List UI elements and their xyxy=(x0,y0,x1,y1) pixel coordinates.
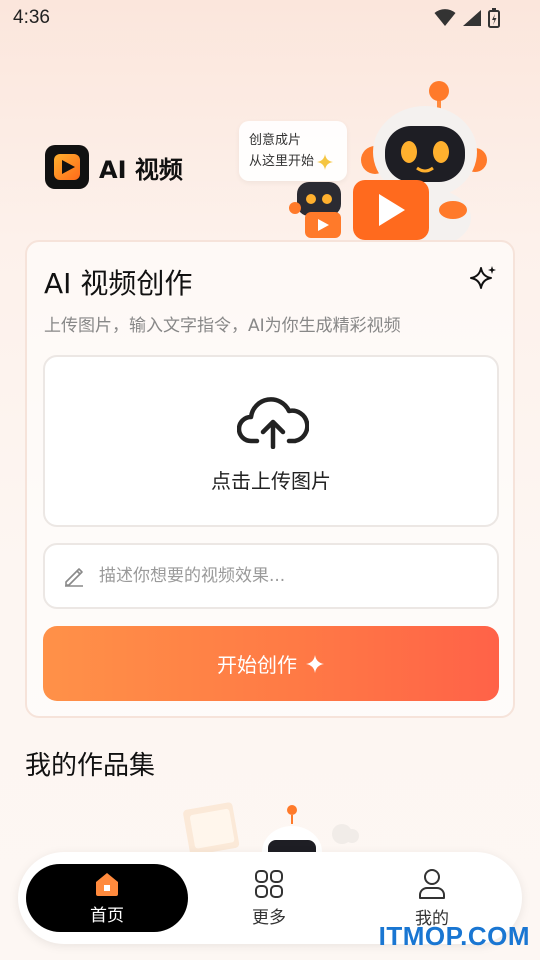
app-logo-icon xyxy=(45,145,89,189)
signal-icon xyxy=(463,10,481,26)
card-title: AI 视频创作 xyxy=(44,267,193,300)
battery-icon xyxy=(488,8,500,28)
card-subtitle: 上传图片，输入文字指令，AI为你生成精彩视频 xyxy=(44,316,401,336)
app-name: AI 视频 xyxy=(99,155,183,184)
prompt-field[interactable] xyxy=(43,543,499,609)
upload-image-area[interactable]: 点击上传图片 xyxy=(43,355,499,527)
nav-more-label: 更多 xyxy=(252,907,286,928)
pencil-icon xyxy=(65,568,83,587)
user-icon xyxy=(419,868,445,899)
start-create-label: 开始创作 xyxy=(217,653,297,677)
grid-icon xyxy=(255,869,283,898)
status-icons xyxy=(434,8,500,28)
nav-item-home[interactable]: 首页 xyxy=(26,864,188,932)
empty-works-illustration xyxy=(183,802,359,858)
video-create-card: AI 视频创作 上传图片，输入文字指令，AI为你生成精彩视频 点击上传图片 开始… xyxy=(25,240,515,718)
start-create-button[interactable]: 开始创作 xyxy=(43,626,499,701)
works-section-title: 我的作品集 xyxy=(25,751,156,781)
home-icon xyxy=(96,872,118,896)
sparkle-icon xyxy=(470,266,496,289)
status-time: 4:36 xyxy=(13,7,50,28)
status-bar: 4:36 xyxy=(0,0,540,36)
sparkle-icon xyxy=(306,654,324,673)
site-watermark: ITMOP.COM xyxy=(378,921,530,951)
prompt-input[interactable] xyxy=(99,566,469,586)
cloud-upload-icon xyxy=(237,397,309,449)
nav-item-more[interactable]: 更多 xyxy=(188,864,350,932)
upload-label: 点击上传图片 xyxy=(211,469,331,493)
wifi-icon xyxy=(434,9,456,26)
robot-mascot-illustration xyxy=(289,81,487,240)
app-brand: AI 视频 xyxy=(45,145,183,189)
nav-home-label: 首页 xyxy=(90,905,124,926)
